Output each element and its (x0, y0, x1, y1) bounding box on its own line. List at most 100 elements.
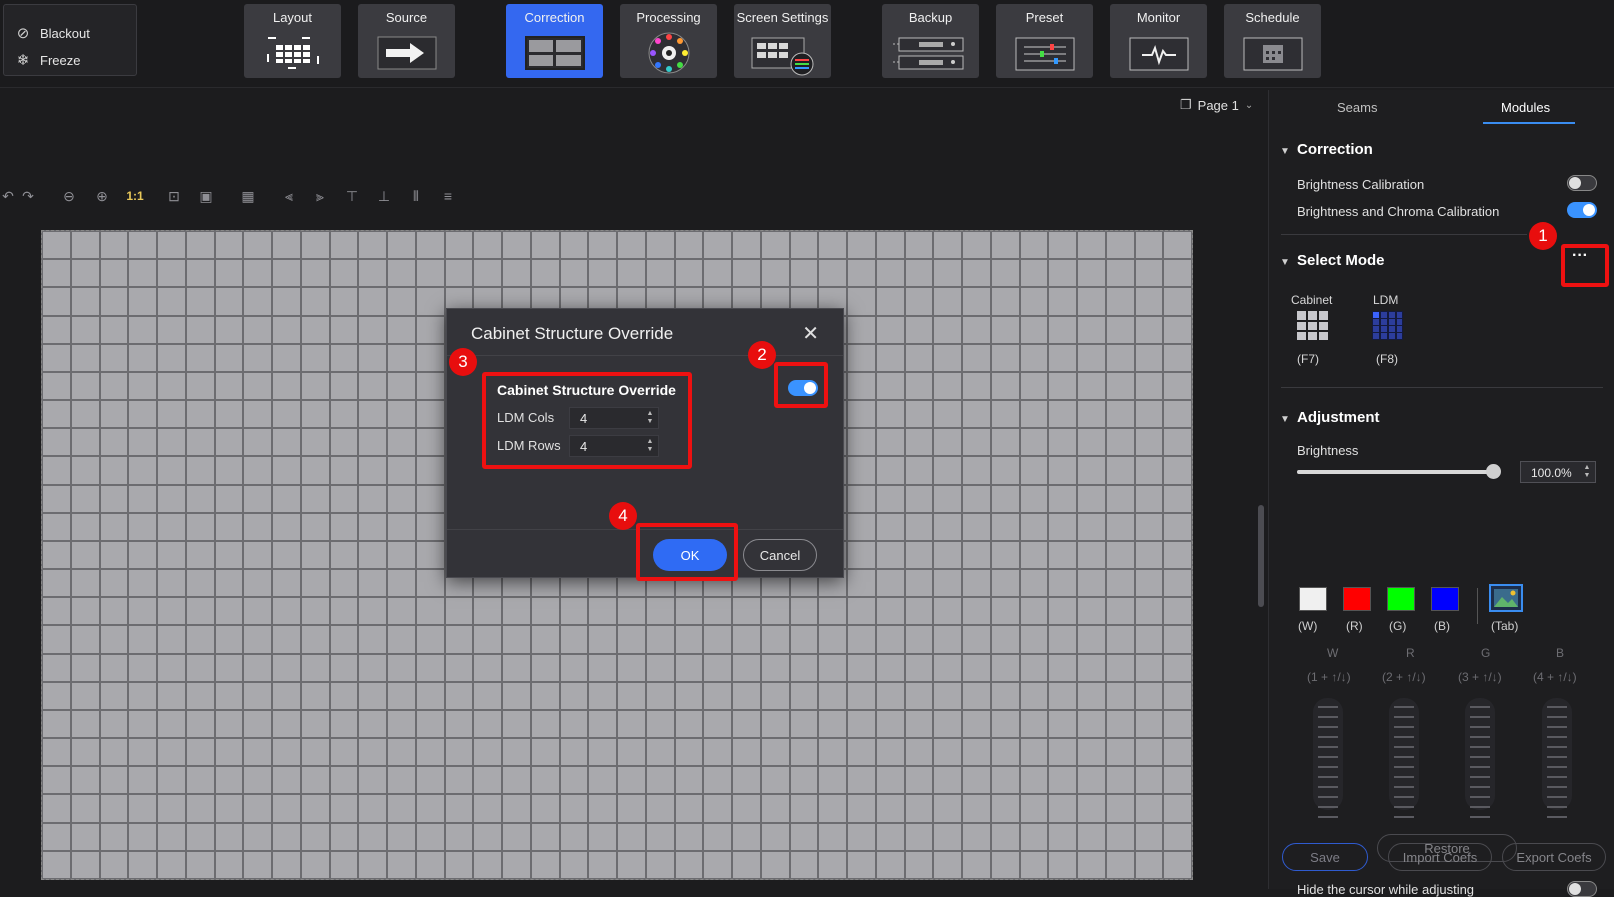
cabinet-cell[interactable] (215, 598, 243, 625)
cabinet-cell[interactable] (934, 570, 961, 597)
cabinet-cell[interactable] (71, 232, 99, 259)
cabinet-cell[interactable] (129, 710, 156, 738)
cabinet-cell[interactable] (388, 429, 415, 456)
cabinet-cell[interactable] (416, 795, 444, 822)
cabinet-cell[interactable] (244, 570, 271, 597)
cabinet-cell[interactable] (71, 795, 99, 822)
cabinet-cell[interactable] (1078, 457, 1105, 484)
cabinet-cell[interactable] (905, 401, 933, 428)
cabinet-cell[interactable] (905, 626, 933, 653)
cabinet-cell[interactable] (215, 372, 243, 400)
cabinet-cell[interactable] (905, 288, 933, 315)
cabinet-cell[interactable] (43, 626, 70, 653)
cabinet-cell[interactable] (531, 682, 559, 709)
cabinet-cell[interactable] (43, 851, 70, 878)
cabinet-cell[interactable] (1164, 654, 1191, 681)
cabinet-cell[interactable] (244, 372, 271, 400)
cabinet-cell[interactable] (934, 541, 961, 569)
cabinet-cell[interactable] (1078, 344, 1105, 371)
distribute-vertical-icon[interactable]: ≡ (440, 188, 456, 204)
cabinet-cell[interactable] (71, 316, 99, 343)
cabinet-cell[interactable] (963, 372, 990, 400)
cabinet-cell[interactable] (646, 710, 674, 738)
cabinet-cell[interactable] (359, 288, 386, 315)
cabinet-cell[interactable] (359, 401, 386, 428)
cabinet-cell[interactable] (589, 823, 616, 850)
cabinet-cell[interactable] (675, 767, 703, 794)
cabinet-cell[interactable] (1106, 485, 1134, 512)
cabinet-cell[interactable] (474, 767, 501, 794)
cabinet-cell[interactable] (1164, 401, 1191, 428)
cabinet-cell[interactable] (761, 626, 789, 653)
cabinet-cell[interactable] (1106, 344, 1134, 371)
cabinet-cell[interactable] (359, 767, 386, 794)
cabinet-cell[interactable] (330, 654, 358, 681)
cabinet-cell[interactable] (43, 316, 70, 343)
cabinet-cell[interactable] (359, 739, 386, 766)
cabinet-cell[interactable] (819, 682, 846, 709)
cabinet-cell[interactable] (129, 682, 156, 709)
cabinet-cell[interactable] (1020, 372, 1048, 400)
cabinet-cell[interactable] (848, 429, 875, 456)
cabinet-cell[interactable] (1020, 344, 1048, 371)
cabinet-cell[interactable] (991, 570, 1019, 597)
cabinet-cell[interactable] (905, 344, 933, 371)
cabinet-cell[interactable] (1078, 485, 1105, 512)
cabinet-cell[interactable] (876, 485, 904, 512)
cabinet-cell[interactable] (1135, 767, 1163, 794)
cabinet-cell[interactable] (934, 795, 961, 822)
cabinet-cell[interactable] (876, 682, 904, 709)
cabinet-cell[interactable] (1164, 851, 1191, 878)
cabinet-cell[interactable] (876, 288, 904, 315)
cabinet-cell[interactable] (244, 457, 271, 484)
cabinet-cell[interactable] (1078, 598, 1105, 625)
cabinet-cell[interactable] (1020, 682, 1048, 709)
cabinet-cell[interactable] (273, 767, 300, 794)
cabinet-cell[interactable] (330, 682, 358, 709)
collapse-triangle-icon[interactable]: ▼ (1280, 257, 1290, 268)
align-bottom-icon[interactable]: ⊥ (376, 188, 392, 204)
cabinet-cell[interactable] (215, 823, 243, 850)
cabinet-cell[interactable] (934, 654, 961, 681)
cabinet-cell[interactable] (1164, 372, 1191, 400)
cabinet-cell[interactable] (273, 795, 300, 822)
cabinet-cell[interactable] (1106, 795, 1134, 822)
cabinet-cell[interactable] (1020, 232, 1048, 259)
cabinet-cell[interactable] (388, 485, 415, 512)
cabinet-cell[interactable] (876, 823, 904, 850)
cabinet-cell[interactable] (733, 682, 760, 709)
cabinet-cell[interactable] (991, 767, 1019, 794)
cabinet-cell[interactable] (905, 654, 933, 681)
cabinet-cell[interactable] (416, 682, 444, 709)
cabinet-cell[interactable] (963, 682, 990, 709)
cabinet-cell[interactable] (560, 682, 588, 709)
cabinet-cell[interactable] (273, 654, 300, 681)
cabinet-cell[interactable] (848, 316, 875, 343)
cabinet-cell[interactable] (1078, 401, 1105, 428)
cabinet-cell[interactable] (186, 401, 214, 428)
cabinet-cell[interactable] (1020, 795, 1048, 822)
cabinet-cell[interactable] (301, 344, 329, 371)
cabinet-cell[interactable] (905, 372, 933, 400)
tab-schedule[interactable]: Schedule (1224, 4, 1321, 78)
cabinet-cell[interactable] (416, 401, 444, 428)
cabinet-cell[interactable] (186, 739, 214, 766)
cabinet-cell[interactable] (474, 654, 501, 681)
vertical-scrollbar[interactable] (1258, 505, 1264, 607)
cabinet-cell[interactable] (560, 851, 588, 878)
swatch-red[interactable] (1343, 587, 1371, 611)
cabinet-cell[interactable] (963, 429, 990, 456)
cabinet-cell[interactable] (675, 823, 703, 850)
cabinet-cell[interactable] (359, 682, 386, 709)
cabinet-cell[interactable] (905, 795, 933, 822)
cabinet-cell[interactable] (934, 513, 961, 540)
cabinet-cell[interactable] (1020, 513, 1048, 540)
cabinet-cell[interactable] (991, 372, 1019, 400)
cabinet-cell[interactable] (100, 654, 128, 681)
cabinet-cell[interactable] (733, 260, 760, 287)
cabinet-cell[interactable] (963, 260, 990, 287)
cabinet-cell[interactable] (618, 823, 645, 850)
cabinet-cell[interactable] (129, 457, 156, 484)
cabinet-cell[interactable] (790, 739, 818, 766)
collapse-triangle-icon[interactable]: ▼ (1280, 414, 1290, 425)
